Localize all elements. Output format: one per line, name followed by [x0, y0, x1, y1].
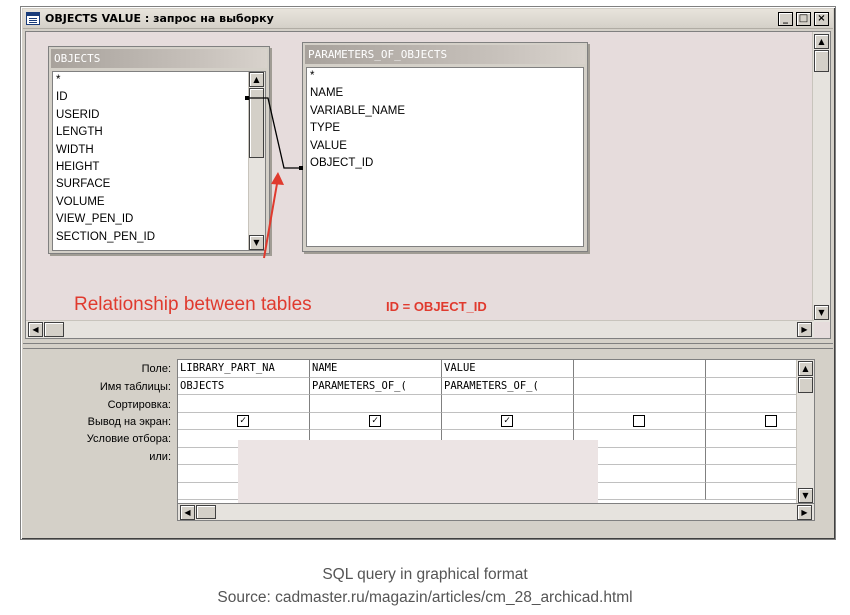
- relationship-end-marker: [299, 166, 303, 170]
- scroll-down-arrow-icon[interactable]: ▼: [798, 488, 813, 503]
- checkbox-checked-icon[interactable]: ✓: [237, 414, 249, 427]
- relationship-end-marker: [245, 96, 249, 100]
- query-designer-window: OBJECTS VALUE : запрос на выборку _ □ × …: [20, 6, 836, 540]
- grid-show-cell[interactable]: [574, 412, 706, 430]
- pane-splitter[interactable]: [23, 343, 833, 349]
- row-label-field: Поле:: [141, 363, 171, 375]
- scroll-thumb[interactable]: [196, 505, 216, 519]
- grid-cell[interactable]: [178, 395, 310, 413]
- scroll-thumb[interactable]: [814, 50, 829, 72]
- annotation-text: Relationship between tables: [74, 294, 312, 315]
- grid-cell[interactable]: [574, 395, 706, 413]
- grid-table-cell[interactable]: [574, 377, 706, 395]
- grid-horizontal-scrollbar[interactable]: ◀ ▶: [177, 503, 815, 521]
- scroll-thumb[interactable]: [798, 377, 813, 393]
- grid-field-cell[interactable]: [574, 360, 706, 378]
- grid-field-cell[interactable]: LIBRARY_PART_NA: [178, 360, 310, 378]
- grid-cell[interactable]: [310, 395, 442, 413]
- scroll-up-arrow-icon[interactable]: ▲: [798, 361, 813, 376]
- checkbox-checked-icon[interactable]: ✓: [369, 414, 381, 427]
- grid-field-cell[interactable]: NAME: [310, 360, 442, 378]
- row-label-criteria: Условие отбора:: [86, 433, 171, 445]
- annotation-equation: ID = OBJECT_ID: [386, 299, 487, 314]
- row-label-sort: Сортировка:: [107, 399, 171, 411]
- annotation-arrowhead-icon: [271, 172, 284, 185]
- scroll-left-arrow-icon[interactable]: ◀: [28, 322, 43, 337]
- grid-vertical-scrollbar[interactable]: ▲ ▼: [796, 360, 814, 506]
- checkbox-unchecked-icon[interactable]: [633, 414, 645, 427]
- scroll-down-arrow-icon[interactable]: ▼: [814, 305, 829, 320]
- figure-caption: SQL query in graphical format: [322, 566, 528, 583]
- maximize-button[interactable]: □: [796, 12, 811, 26]
- scroll-thumb[interactable]: [44, 322, 64, 337]
- grid-table-cell[interactable]: OBJECTS: [178, 377, 310, 395]
- row-label-table: Имя таблицы:: [99, 381, 171, 393]
- grid-field-cell[interactable]: VALUE: [442, 360, 574, 378]
- query-grid-pane: Поле: Имя таблицы: Сортировка: Вывод на …: [25, 351, 831, 525]
- grid-table-cell[interactable]: PARAMETERS_OF_(: [442, 377, 574, 395]
- grid-show-cell[interactable]: ✓: [442, 412, 574, 430]
- row-label-or: или:: [149, 451, 171, 463]
- pane-horizontal-scrollbar[interactable]: ◀ ▶: [26, 320, 814, 338]
- grid-obscured-area: [238, 440, 598, 506]
- grid-show-cell[interactable]: ✓: [178, 412, 310, 430]
- grid-table-cell[interactable]: PARAMETERS_OF_(: [310, 377, 442, 395]
- minimize-button[interactable]: _: [778, 12, 793, 26]
- checkbox-unchecked-icon[interactable]: [765, 414, 777, 427]
- scroll-left-arrow-icon[interactable]: ◀: [180, 505, 195, 520]
- query-design-grid: ✓ PARAMETERS_OF_(VALUE ✓ PARAMETERS_OF_(NAM…: [177, 359, 815, 507]
- grid-cell[interactable]: [442, 395, 574, 413]
- table-diagram-pane: OBJECTS * ID USERID LENGTH WIDTH HEIGHT SURFAC…: [25, 31, 831, 339]
- query-window-icon: [26, 12, 40, 25]
- scroll-up-arrow-icon[interactable]: ▲: [814, 34, 829, 49]
- scroll-right-arrow-icon[interactable]: ▶: [797, 505, 812, 520]
- annotation-arrow-icon: [263, 177, 279, 259]
- pane-vertical-scrollbar[interactable]: ▲ ▼: [812, 32, 830, 322]
- grid-show-cell[interactable]: ✓: [310, 412, 442, 430]
- row-label-show: Вывод на экран:: [87, 416, 171, 428]
- close-button[interactable]: ×: [814, 12, 829, 26]
- figure-source: Source: cadmaster.ru/magazin/articles/cm…: [217, 589, 633, 606]
- window-title: OBJECTS VALUE : запрос на выборку: [45, 12, 274, 25]
- title-bar[interactable]: OBJECTS VALUE : запрос на выборку _ □ ×: [23, 9, 833, 29]
- relationship-line[interactable]: [248, 97, 302, 169]
- checkbox-checked-icon[interactable]: ✓: [501, 414, 513, 427]
- scroll-right-arrow-icon[interactable]: ▶: [797, 322, 812, 337]
